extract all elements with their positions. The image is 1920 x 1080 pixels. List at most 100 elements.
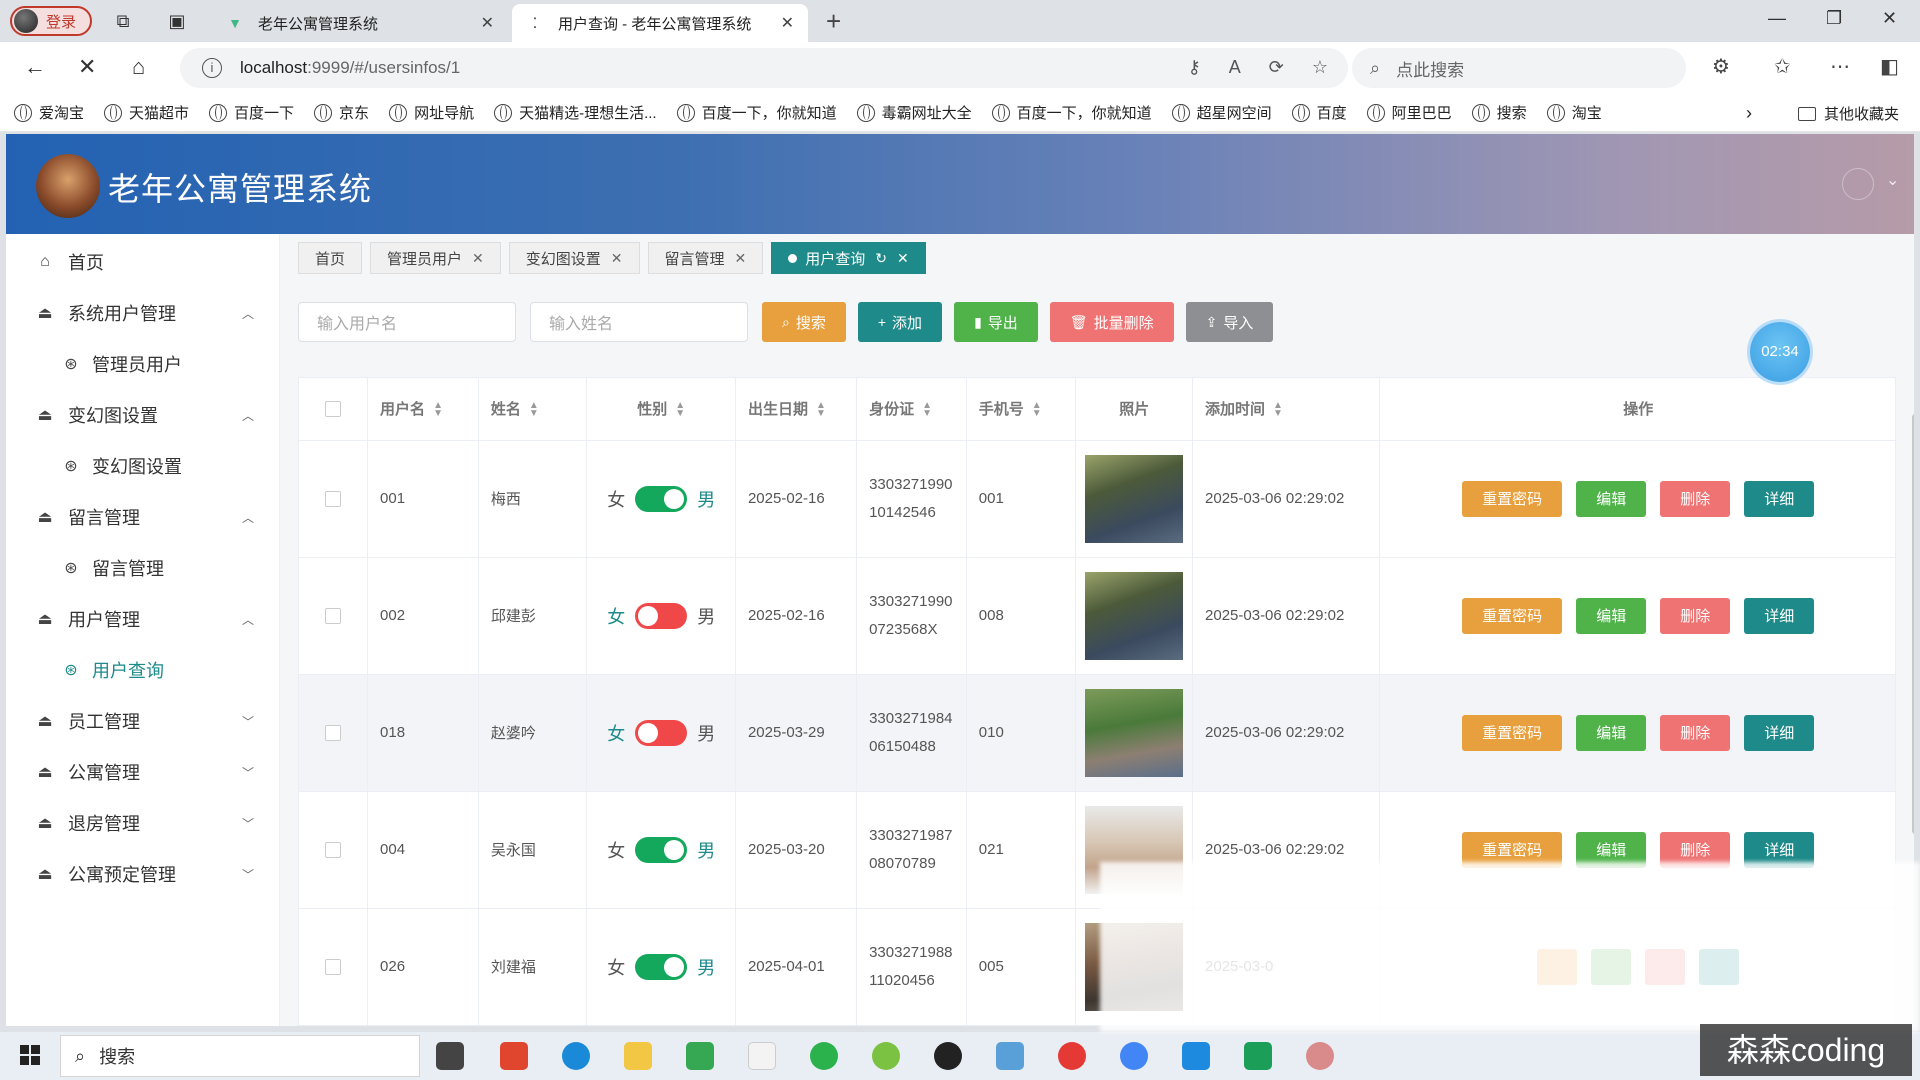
delete-button[interactable]: 删除 — [1660, 480, 1731, 517]
sort-icon[interactable]: ▲ ▼ — [529, 401, 539, 419]
favorites-icon[interactable]: ✩ — [1774, 54, 1791, 79]
gender-switch[interactable] — [635, 953, 688, 980]
netease-music-icon[interactable] — [1058, 1042, 1086, 1070]
detail-button[interactable]: 详细 — [1744, 714, 1815, 751]
site-info-icon[interactable]: i — [202, 58, 222, 78]
restore-icon[interactable]: ❐ — [1826, 8, 1842, 29]
col-phone[interactable]: 手机号 ▲ ▼ — [966, 378, 1077, 441]
add-button[interactable]: + 添加 — [857, 302, 943, 342]
minimize-icon[interactable]: — — [1768, 8, 1786, 29]
home-icon[interactable]: ⌂ — [132, 54, 145, 80]
bookmark[interactable]: 天猫精选-理想生活... — [494, 102, 657, 123]
gender-switch[interactable] — [635, 836, 688, 863]
gender-switch[interactable] — [635, 602, 688, 629]
col-name[interactable]: 姓名 ▲ ▼ — [478, 378, 588, 441]
refresh-ext-icon[interactable]: ⟳ — [1269, 57, 1284, 78]
user-photo[interactable] — [1085, 454, 1184, 543]
browser-tab-1[interactable]: ▼ 老年公寓管理系统 ✕ — [212, 4, 508, 42]
import-button[interactable]: ⇪ 导入 — [1185, 302, 1274, 342]
sidebar-toggle-icon[interactable]: ◧ — [1880, 54, 1899, 79]
row-checkbox[interactable] — [325, 490, 341, 507]
sidebar-group-checkout[interactable]: ⏏ 退房管理 ﹀ — [6, 803, 280, 843]
username-input[interactable]: 输入用户名 — [298, 302, 516, 342]
window-close-icon[interactable]: ✕ — [1882, 8, 1897, 29]
col-username[interactable]: 用户名 ▲ ▼ — [367, 378, 479, 441]
bookmark[interactable]: 百度 — [1291, 102, 1347, 123]
sidebar-group-booking[interactable]: ⏏ 公寓预定管理 ﹀ — [6, 854, 280, 894]
sort-icon[interactable]: ▲ ▼ — [816, 401, 826, 419]
bookmark[interactable]: 毒霸网址大全 — [856, 102, 972, 123]
close-tab-icon[interactable]: ✕ — [481, 13, 494, 33]
bookmark[interactable]: 搜索 — [1471, 102, 1527, 123]
sidebar-group-messages[interactable]: ⏏ 留言管理 ︿ — [6, 497, 280, 537]
name-input[interactable]: 输入姓名 — [530, 302, 748, 342]
task-view-icon[interactable] — [436, 1042, 464, 1070]
gender-switch[interactable] — [635, 485, 688, 512]
col-added[interactable]: 添加时间 ▲ ▼ — [1192, 378, 1381, 441]
close-icon[interactable]: ✕ — [735, 250, 747, 267]
browser-tab-2[interactable]: ⁚ 用户查询 - 老年公寓管理系统 ✕ — [512, 4, 808, 42]
app-icon[interactable] — [1182, 1042, 1210, 1070]
taskbar-search[interactable]: ⌕ 搜索 — [60, 1035, 420, 1077]
tag-user-query[interactable]: 用户查询 ↻ ✕ — [771, 242, 926, 274]
search-button[interactable]: ⌕ 搜索 — [762, 302, 846, 342]
refresh-icon[interactable]: ↻ — [875, 250, 887, 267]
sort-icon[interactable]: ▲ ▼ — [1273, 401, 1283, 419]
pycharm-icon[interactable] — [1244, 1042, 1272, 1070]
bookmark[interactable]: 超星网空间 — [1171, 102, 1272, 123]
user-photo[interactable] — [1085, 571, 1184, 660]
sidebar-group-system-users[interactable]: ⏏ 系统用户管理 ︿ — [6, 293, 280, 333]
tag-admin-users[interactable]: 管理员用户 ✕ — [370, 242, 501, 274]
select-all-checkbox[interactable] — [325, 400, 341, 417]
row-checkbox[interactable] — [325, 841, 341, 858]
page-scrollbar[interactable] — [1912, 414, 1914, 834]
address-bar[interactable]: i localhost:9999/#/usersinfos/1 ⚷ A ⟳ ☆ — [180, 48, 1348, 88]
reset-password-button[interactable]: 重置密码 — [1462, 714, 1563, 751]
bookmark[interactable]: 京东 — [314, 102, 369, 123]
notepad-icon[interactable] — [748, 1042, 776, 1070]
qq-icon[interactable] — [934, 1042, 962, 1070]
bookmark[interactable]: 网址导航 — [389, 102, 474, 123]
sort-icon[interactable]: ▲ ▼ — [922, 401, 932, 419]
tab-actions-icon[interactable]: ▣ — [166, 10, 188, 32]
profile-button[interactable]: 登录 — [10, 6, 92, 36]
app-icon[interactable] — [996, 1042, 1024, 1070]
tag-carousel[interactable]: 变幻图设置 ✕ — [508, 242, 640, 274]
user-photo[interactable] — [1085, 688, 1184, 777]
batch-delete-button[interactable]: 🗑 批量删除 — [1049, 302, 1174, 342]
tag-home[interactable]: 首页 — [298, 242, 363, 274]
file-explorer-icon[interactable] — [624, 1042, 652, 1070]
row-checkbox[interactable] — [325, 724, 341, 741]
bookmark[interactable]: 百度一下，你就知道 — [991, 102, 1152, 123]
windows-start-icon[interactable] — [20, 1045, 40, 1065]
key-icon[interactable]: ⚷ — [1188, 57, 1201, 78]
edit-button[interactable]: 编辑 — [1576, 480, 1647, 517]
sidebar-item-user-query[interactable]: ⊛ 用户查询 — [6, 650, 280, 690]
sidebar-item-home[interactable]: ⌂ 首页 — [6, 242, 280, 282]
bookmark[interactable]: 阿里巴巴 — [1366, 102, 1452, 123]
reset-password-button[interactable]: 重置密码 — [1462, 480, 1563, 517]
sidebar-group-apartments[interactable]: ⏏ 公寓管理 ﹀ — [6, 752, 280, 792]
sidebar-group-users[interactable]: ⏏ 用户管理 ︿ — [6, 599, 280, 639]
reset-password-button[interactable]: 重置密码 — [1462, 597, 1563, 634]
more-icon[interactable]: ⋯ — [1830, 54, 1850, 79]
close-icon[interactable]: ✕ — [897, 250, 909, 267]
app-icon[interactable] — [1306, 1042, 1334, 1070]
new-tab-button[interactable]: + — [826, 6, 841, 37]
close-tab-icon[interactable]: ✕ — [781, 13, 794, 33]
wechat-icon[interactable] — [810, 1042, 838, 1070]
bookmarks-more-icon[interactable]: › — [1746, 103, 1752, 124]
gender-switch[interactable] — [635, 719, 688, 746]
app-icon[interactable] — [872, 1042, 900, 1070]
sort-icon[interactable]: ▲ ▼ — [1032, 401, 1042, 419]
user-avatar[interactable] — [1842, 168, 1874, 200]
bookmark[interactable]: 百度一下，你就知道 — [676, 102, 837, 123]
hbuilder-icon[interactable] — [686, 1042, 714, 1070]
chrome-icon[interactable] — [1120, 1042, 1148, 1070]
sort-icon[interactable]: ▲ ▼ — [433, 401, 443, 419]
tag-messages[interactable]: 留言管理 ✕ — [647, 242, 764, 274]
bookmark[interactable]: 淘宝 — [1546, 102, 1602, 123]
sidebar-item-admin-users[interactable]: ⊛ 管理员用户 — [6, 344, 280, 384]
edit-button[interactable]: 编辑 — [1576, 597, 1647, 634]
workspaces-icon[interactable]: ⧉ — [112, 10, 134, 32]
